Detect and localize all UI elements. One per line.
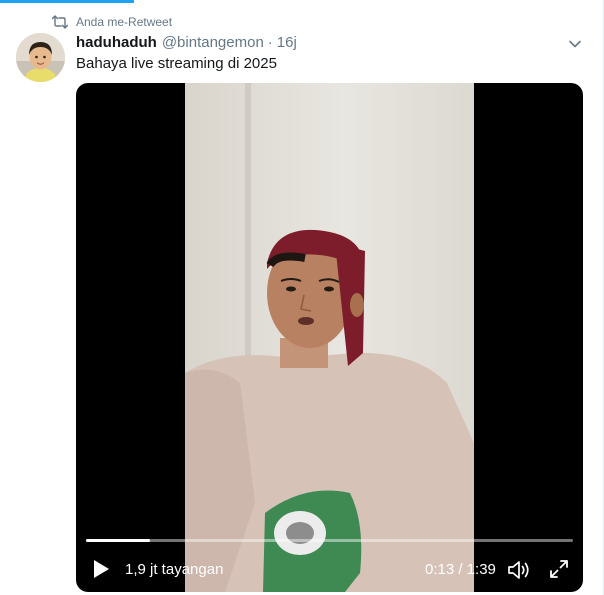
play-icon[interactable] bbox=[90, 557, 112, 581]
tweet-text: Bahaya live streaming di 2025 bbox=[76, 55, 277, 72]
video-frame bbox=[185, 83, 474, 592]
video-controls: 1,9 jt tayangan 0:13 / 1:39 bbox=[76, 553, 583, 587]
volume-icon[interactable] bbox=[506, 557, 532, 583]
video-player[interactable]: 1,9 jt tayangan 0:13 / 1:39 bbox=[76, 83, 583, 592]
tweet-header: haduhaduh @bintangemon · 16j bbox=[76, 34, 297, 51]
retweet-icon bbox=[51, 15, 69, 29]
view-count: 1,9 jt tayangan bbox=[125, 561, 224, 578]
display-name[interactable]: haduhaduh bbox=[76, 34, 157, 51]
tweet-timestamp[interactable]: 16j bbox=[277, 34, 297, 51]
video-timecode: 0:13 / 1:39 bbox=[425, 561, 496, 578]
user-handle[interactable]: @bintangemon bbox=[162, 34, 264, 51]
retweet-label[interactable]: Anda me-Retweet bbox=[76, 15, 172, 29]
fullscreen-icon[interactable] bbox=[548, 558, 570, 580]
chevron-down-icon[interactable] bbox=[566, 35, 584, 53]
video-progress-fill bbox=[86, 539, 150, 542]
retweet-context: Anda me-Retweet bbox=[51, 13, 172, 31]
header-separator: · bbox=[267, 34, 273, 51]
tweet-page: Anda me-Retweet haduhaduh @bintangemon ·… bbox=[0, 0, 604, 595]
video-progress-bar[interactable] bbox=[86, 539, 573, 542]
tab-indicator bbox=[0, 0, 134, 3]
avatar[interactable] bbox=[16, 33, 65, 82]
